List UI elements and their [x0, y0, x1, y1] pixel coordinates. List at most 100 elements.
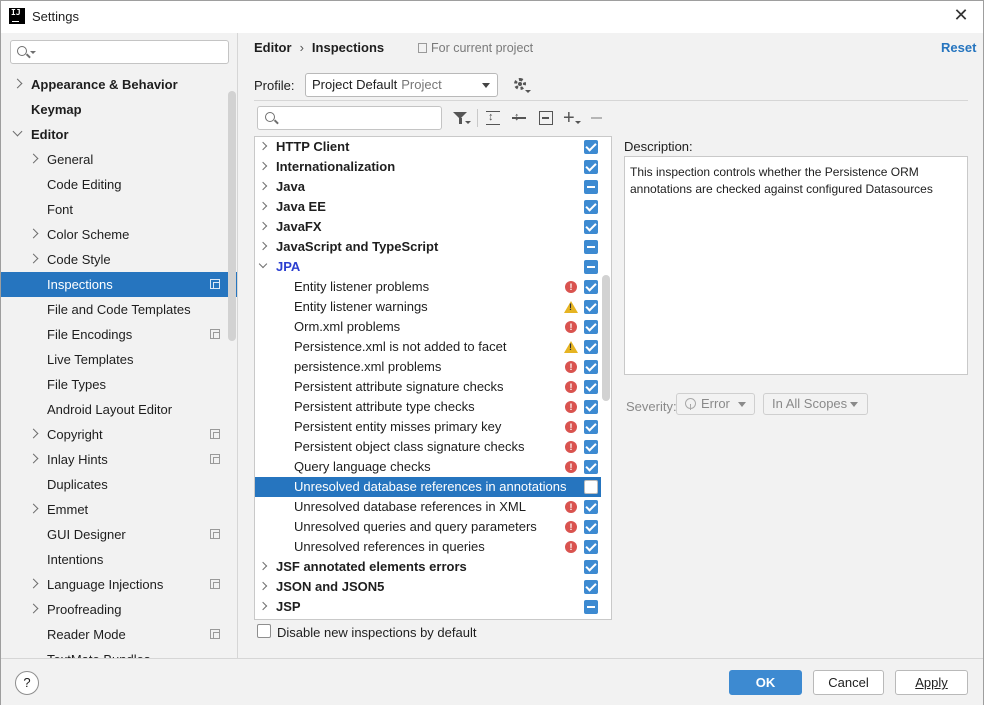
chevron-right-icon[interactable]	[258, 561, 268, 571]
sidebar-item[interactable]: Duplicates	[1, 472, 237, 497]
splitter[interactable]	[237, 33, 238, 658]
apply-button[interactable]: Apply	[895, 670, 968, 695]
chevron-right-icon[interactable]	[28, 153, 39, 164]
inspection-checkbox[interactable]	[584, 180, 598, 194]
sidebar-item[interactable]: Intentions	[1, 547, 237, 572]
chevron-right-icon[interactable]	[28, 453, 39, 464]
inspection-checkbox[interactable]	[584, 540, 598, 554]
inspection-checkbox[interactable]	[584, 140, 598, 154]
inspection-checkbox[interactable]	[584, 420, 598, 434]
inspection-checkbox[interactable]	[584, 340, 598, 354]
sidebar-item[interactable]: File and Code Templates	[1, 297, 237, 322]
inspection-checkbox[interactable]	[584, 400, 598, 414]
inspection-checkbox[interactable]	[584, 160, 598, 174]
disable-new-inspections-checkbox[interactable]	[257, 624, 271, 638]
inspection-row[interactable]: Persistent attribute type checks	[255, 397, 601, 417]
sidebar-item[interactable]: Emmet	[1, 497, 237, 522]
inspection-checkbox[interactable]	[584, 240, 598, 254]
gear-icon[interactable]	[514, 78, 526, 90]
sidebar-item[interactable]: Proofreading	[1, 597, 237, 622]
inspection-group-row[interactable]: JPA	[255, 257, 601, 277]
chevron-right-icon[interactable]	[28, 228, 39, 239]
chevron-right-icon[interactable]	[28, 578, 39, 589]
close-icon[interactable]: ✕	[946, 2, 976, 30]
inspection-checkbox[interactable]	[584, 260, 598, 274]
inspection-group-row[interactable]: JSON and JSON5	[255, 577, 601, 597]
chevron-right-icon[interactable]	[12, 78, 23, 89]
chevron-right-icon[interactable]	[28, 503, 39, 514]
inspection-row[interactable]: Entity listener warnings	[255, 297, 601, 317]
sidebar-item[interactable]: Code Style	[1, 247, 237, 272]
filter-icon[interactable]	[452, 109, 471, 127]
inspection-row[interactable]: Persistence.xml is not added to facet	[255, 337, 601, 357]
ok-button[interactable]: OK	[729, 670, 802, 695]
inspection-row[interactable]: Persistent attribute signature checks	[255, 377, 601, 397]
chevron-right-icon[interactable]	[258, 181, 268, 191]
inspection-checkbox[interactable]	[584, 460, 598, 474]
inspection-checkbox[interactable]	[584, 280, 598, 294]
sidebar-item[interactable]: Copyright	[1, 422, 237, 447]
collapse-all-icon[interactable]	[511, 109, 529, 127]
sidebar-item[interactable]: Reader Mode	[1, 622, 237, 647]
sidebar-item[interactable]: Code Editing	[1, 172, 237, 197]
inspection-row[interactable]: Orm.xml problems	[255, 317, 601, 337]
inspection-group-row[interactable]: Internationalization	[255, 157, 601, 177]
sidebar-search-input[interactable]	[10, 40, 229, 64]
gear-menu-chevron-icon[interactable]	[525, 90, 531, 93]
inspection-checkbox[interactable]	[584, 380, 598, 394]
inspection-group-row[interactable]: JavaScript and TypeScript	[255, 237, 601, 257]
inspection-group-row[interactable]: JSP	[255, 597, 601, 617]
inspection-checkbox[interactable]	[584, 600, 598, 614]
inspection-group-row[interactable]: JavaFX	[255, 217, 601, 237]
sidebar-item[interactable]: General	[1, 147, 237, 172]
sidebar-item[interactable]: File Encodings	[1, 322, 237, 347]
chevron-right-icon[interactable]	[258, 581, 268, 591]
cancel-button[interactable]: Cancel	[813, 670, 884, 695]
inspection-checkbox[interactable]	[584, 500, 598, 514]
profile-dropdown[interactable]: Project Default Project	[305, 73, 498, 97]
sidebar-item[interactable]: Android Layout Editor	[1, 397, 237, 422]
search-history-chevron-icon[interactable]	[30, 51, 36, 54]
inspection-group-row[interactable]: JSF annotated elements errors	[255, 557, 601, 577]
chevron-right-icon[interactable]	[258, 161, 268, 171]
inspection-checkbox[interactable]	[584, 480, 598, 494]
reset-to-empty-icon[interactable]	[538, 109, 556, 127]
sidebar-item[interactable]: TextMate Bundles	[1, 647, 237, 658]
chevron-right-icon[interactable]	[258, 601, 268, 611]
inspection-checkbox[interactable]	[584, 200, 598, 214]
inspection-row[interactable]: Persistent entity misses primary key	[255, 417, 601, 437]
chevron-down-icon[interactable]	[258, 259, 268, 269]
sidebar-item[interactable]: Live Templates	[1, 347, 237, 372]
sidebar-item[interactable]: Inlay Hints	[1, 447, 237, 472]
sidebar-item[interactable]: Editor	[1, 122, 237, 147]
inspection-row[interactable]: Unresolved queries and query parameters	[255, 517, 601, 537]
chevron-right-icon[interactable]	[258, 141, 268, 151]
sidebar-item[interactable]: Font	[1, 197, 237, 222]
inspection-row[interactable]: Unresolved references in queries	[255, 537, 601, 557]
reset-link[interactable]: Reset	[941, 40, 976, 55]
add-icon[interactable]: +	[563, 108, 581, 128]
inspection-row[interactable]: Query language checks	[255, 457, 601, 477]
chevron-down-icon[interactable]	[12, 126, 23, 137]
inspection-row[interactable]: persistence.xml problems	[255, 357, 601, 377]
sidebar-scrollbar[interactable]	[228, 91, 236, 341]
inspection-checkbox[interactable]	[584, 560, 598, 574]
inspection-group-row[interactable]: Java	[255, 177, 601, 197]
chevron-right-icon[interactable]	[28, 603, 39, 614]
inspection-group-row[interactable]: HTTP Client	[255, 137, 601, 157]
expand-all-icon[interactable]	[485, 109, 503, 127]
sidebar-item[interactable]: Appearance & Behavior	[1, 72, 237, 97]
chevron-right-icon[interactable]	[258, 201, 268, 211]
chevron-right-icon[interactable]	[258, 241, 268, 251]
inspection-checkbox[interactable]	[584, 440, 598, 454]
inspection-checkbox[interactable]	[584, 320, 598, 334]
inspection-group-row[interactable]: Java EE	[255, 197, 601, 217]
inspection-checkbox[interactable]	[584, 580, 598, 594]
inspection-row[interactable]: Persistent object class signature checks	[255, 437, 601, 457]
sidebar-item[interactable]: File Types	[1, 372, 237, 397]
sidebar-item[interactable]: Color Scheme	[1, 222, 237, 247]
tree-scrollbar[interactable]	[602, 275, 610, 401]
inspection-checkbox[interactable]	[584, 220, 598, 234]
sidebar-item[interactable]: Language Injections	[1, 572, 237, 597]
inspection-checkbox[interactable]	[584, 360, 598, 374]
